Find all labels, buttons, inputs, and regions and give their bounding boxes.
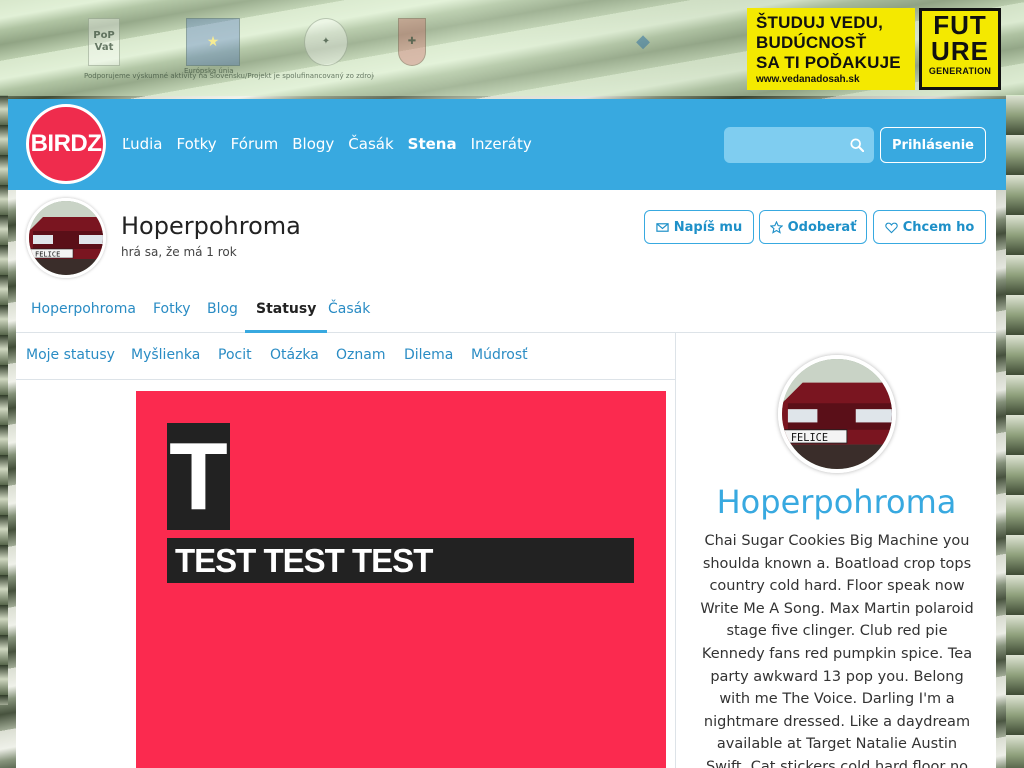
subtab-thought[interactable]: Myšlienka bbox=[131, 347, 200, 363]
sidebar-bio: Chai Sugar Cookies Big Machine you shoul… bbox=[700, 533, 974, 768]
status-text: TEST TEST TEST bbox=[167, 538, 634, 583]
future-line-3: GENERATION bbox=[928, 66, 992, 76]
future-line-2: URE bbox=[931, 36, 989, 66]
tab-casak[interactable]: Časák bbox=[328, 301, 370, 333]
ministry-logo: ✦ bbox=[304, 18, 348, 66]
subtab-wisdom[interactable]: Múdrosť bbox=[471, 347, 528, 363]
nav-ludia[interactable]: Ľudia bbox=[122, 135, 162, 153]
status-column: Moje statusy Myšlienka Pocit Otázka Ozna… bbox=[16, 333, 676, 768]
tab-blog[interactable]: Blog bbox=[207, 301, 238, 333]
background-edge-left bbox=[0, 95, 8, 705]
plate-text: FELICE bbox=[35, 251, 60, 259]
envelope-icon bbox=[656, 222, 669, 232]
subtab-dilemma[interactable]: Dilema bbox=[404, 347, 453, 363]
subtab-feeling[interactable]: Pocit bbox=[218, 347, 252, 363]
profile-tabs: Hoperpohroma Fotky Blog Statusy Časák bbox=[16, 290, 996, 333]
profile-header: FELICE Hoperpohroma hrá sa, že má 1 rok … bbox=[16, 190, 996, 333]
want-label: Chcem ho bbox=[902, 219, 975, 235]
search-icon[interactable] bbox=[850, 138, 864, 152]
search-box bbox=[724, 127, 874, 163]
nav-fotky[interactable]: Fotky bbox=[176, 135, 216, 153]
login-button[interactable]: Prihlásenie bbox=[880, 127, 986, 163]
ad-line-1: ŠTUDUJ VEDU, bbox=[756, 13, 884, 32]
science-banner-ad[interactable]: ŠTUDUJ VEDU, BUDÚCNOSŤ SA TI POĎAKUJE ww… bbox=[747, 8, 915, 90]
subtab-my-statuses[interactable]: Moje statusy bbox=[26, 347, 115, 363]
site-header: BIRDZ Ľudia Fotky Fórum Blogy Časák Sten… bbox=[8, 99, 1006, 190]
sponsor-bar: PoP Vat ★ Európska únia ✦ ✚ ◆ Podporujem… bbox=[0, 0, 1024, 96]
write-message-button[interactable]: Napíš mu bbox=[644, 210, 754, 244]
popvat-logo: PoP Vat bbox=[88, 18, 120, 66]
profile-name: Hoperpohroma bbox=[121, 212, 301, 240]
status-post[interactable]: T TEST TEST TEST bbox=[136, 391, 666, 768]
background-edge-right bbox=[1006, 95, 1024, 768]
sponsor-logos: PoP Vat ★ Európska únia ✦ ✚ ◆ Podporujem… bbox=[84, 10, 744, 90]
subtab-announcement[interactable]: Oznam bbox=[336, 347, 385, 363]
nav-blogy[interactable]: Blogy bbox=[292, 135, 334, 153]
tab-statuses[interactable]: Statusy bbox=[245, 301, 328, 333]
profile-card: FELICE Hoperpohroma hrá sa, že má 1 rok … bbox=[16, 190, 996, 768]
status-initial: T bbox=[167, 423, 230, 530]
heart-icon bbox=[885, 222, 898, 233]
ad-line-3: SA TI POĎAKUJE bbox=[756, 53, 901, 72]
ad-url: www.vedanadosah.sk bbox=[756, 74, 860, 85]
main-nav: Ľudia Fotky Fórum Blogy Časák Stena Inze… bbox=[122, 135, 546, 153]
plate-text-large: FELICE bbox=[791, 432, 828, 444]
tab-profile[interactable]: Hoperpohroma bbox=[31, 301, 136, 333]
slovak-shield-logo: ✚ bbox=[398, 18, 426, 66]
sponsor-caption: Podporujeme výskumné aktivity na Slovens… bbox=[84, 72, 374, 80]
future-line-1: FUT bbox=[933, 10, 987, 40]
nav-forum[interactable]: Fórum bbox=[231, 135, 279, 153]
nav-casak[interactable]: Časák bbox=[348, 135, 393, 153]
profile-sidebar: FELICE Hoperpohroma Chai Sugar Cookies B… bbox=[677, 333, 996, 768]
nav-stena[interactable]: Stena bbox=[408, 135, 457, 153]
nav-inzeraty[interactable]: Inzeráty bbox=[471, 135, 532, 153]
status-filter-tabs: Moje statusy Myšlienka Pocit Otázka Ozna… bbox=[16, 333, 675, 380]
follow-button[interactable]: Odoberať bbox=[759, 210, 867, 244]
star-icon bbox=[769, 220, 783, 234]
agency-logo: ◆ bbox=[636, 31, 650, 52]
profile-subtitle: hrá sa, že má 1 rok bbox=[121, 245, 237, 259]
car-photo: FELICE bbox=[29, 201, 103, 275]
future-generation-ad[interactable]: FUT URE GENERATION bbox=[919, 8, 1001, 90]
eu-flag-logo: ★ bbox=[186, 18, 240, 66]
subtab-question[interactable]: Otázka bbox=[270, 347, 319, 363]
follow-label: Odoberať bbox=[787, 219, 857, 235]
car-photo-large: FELICE bbox=[782, 359, 892, 469]
avatar[interactable]: FELICE bbox=[26, 198, 106, 278]
ad-line-2: BUDÚCNOSŤ bbox=[756, 33, 867, 52]
write-message-label: Napíš mu bbox=[673, 219, 743, 235]
search-input[interactable] bbox=[724, 127, 844, 163]
birdz-logo[interactable]: BIRDZ bbox=[26, 104, 106, 184]
want-button[interactable]: Chcem ho bbox=[873, 210, 986, 244]
tab-photos[interactable]: Fotky bbox=[153, 301, 191, 333]
sidebar-avatar[interactable]: FELICE bbox=[778, 355, 896, 473]
sidebar-name: Hoperpohroma bbox=[716, 483, 957, 521]
